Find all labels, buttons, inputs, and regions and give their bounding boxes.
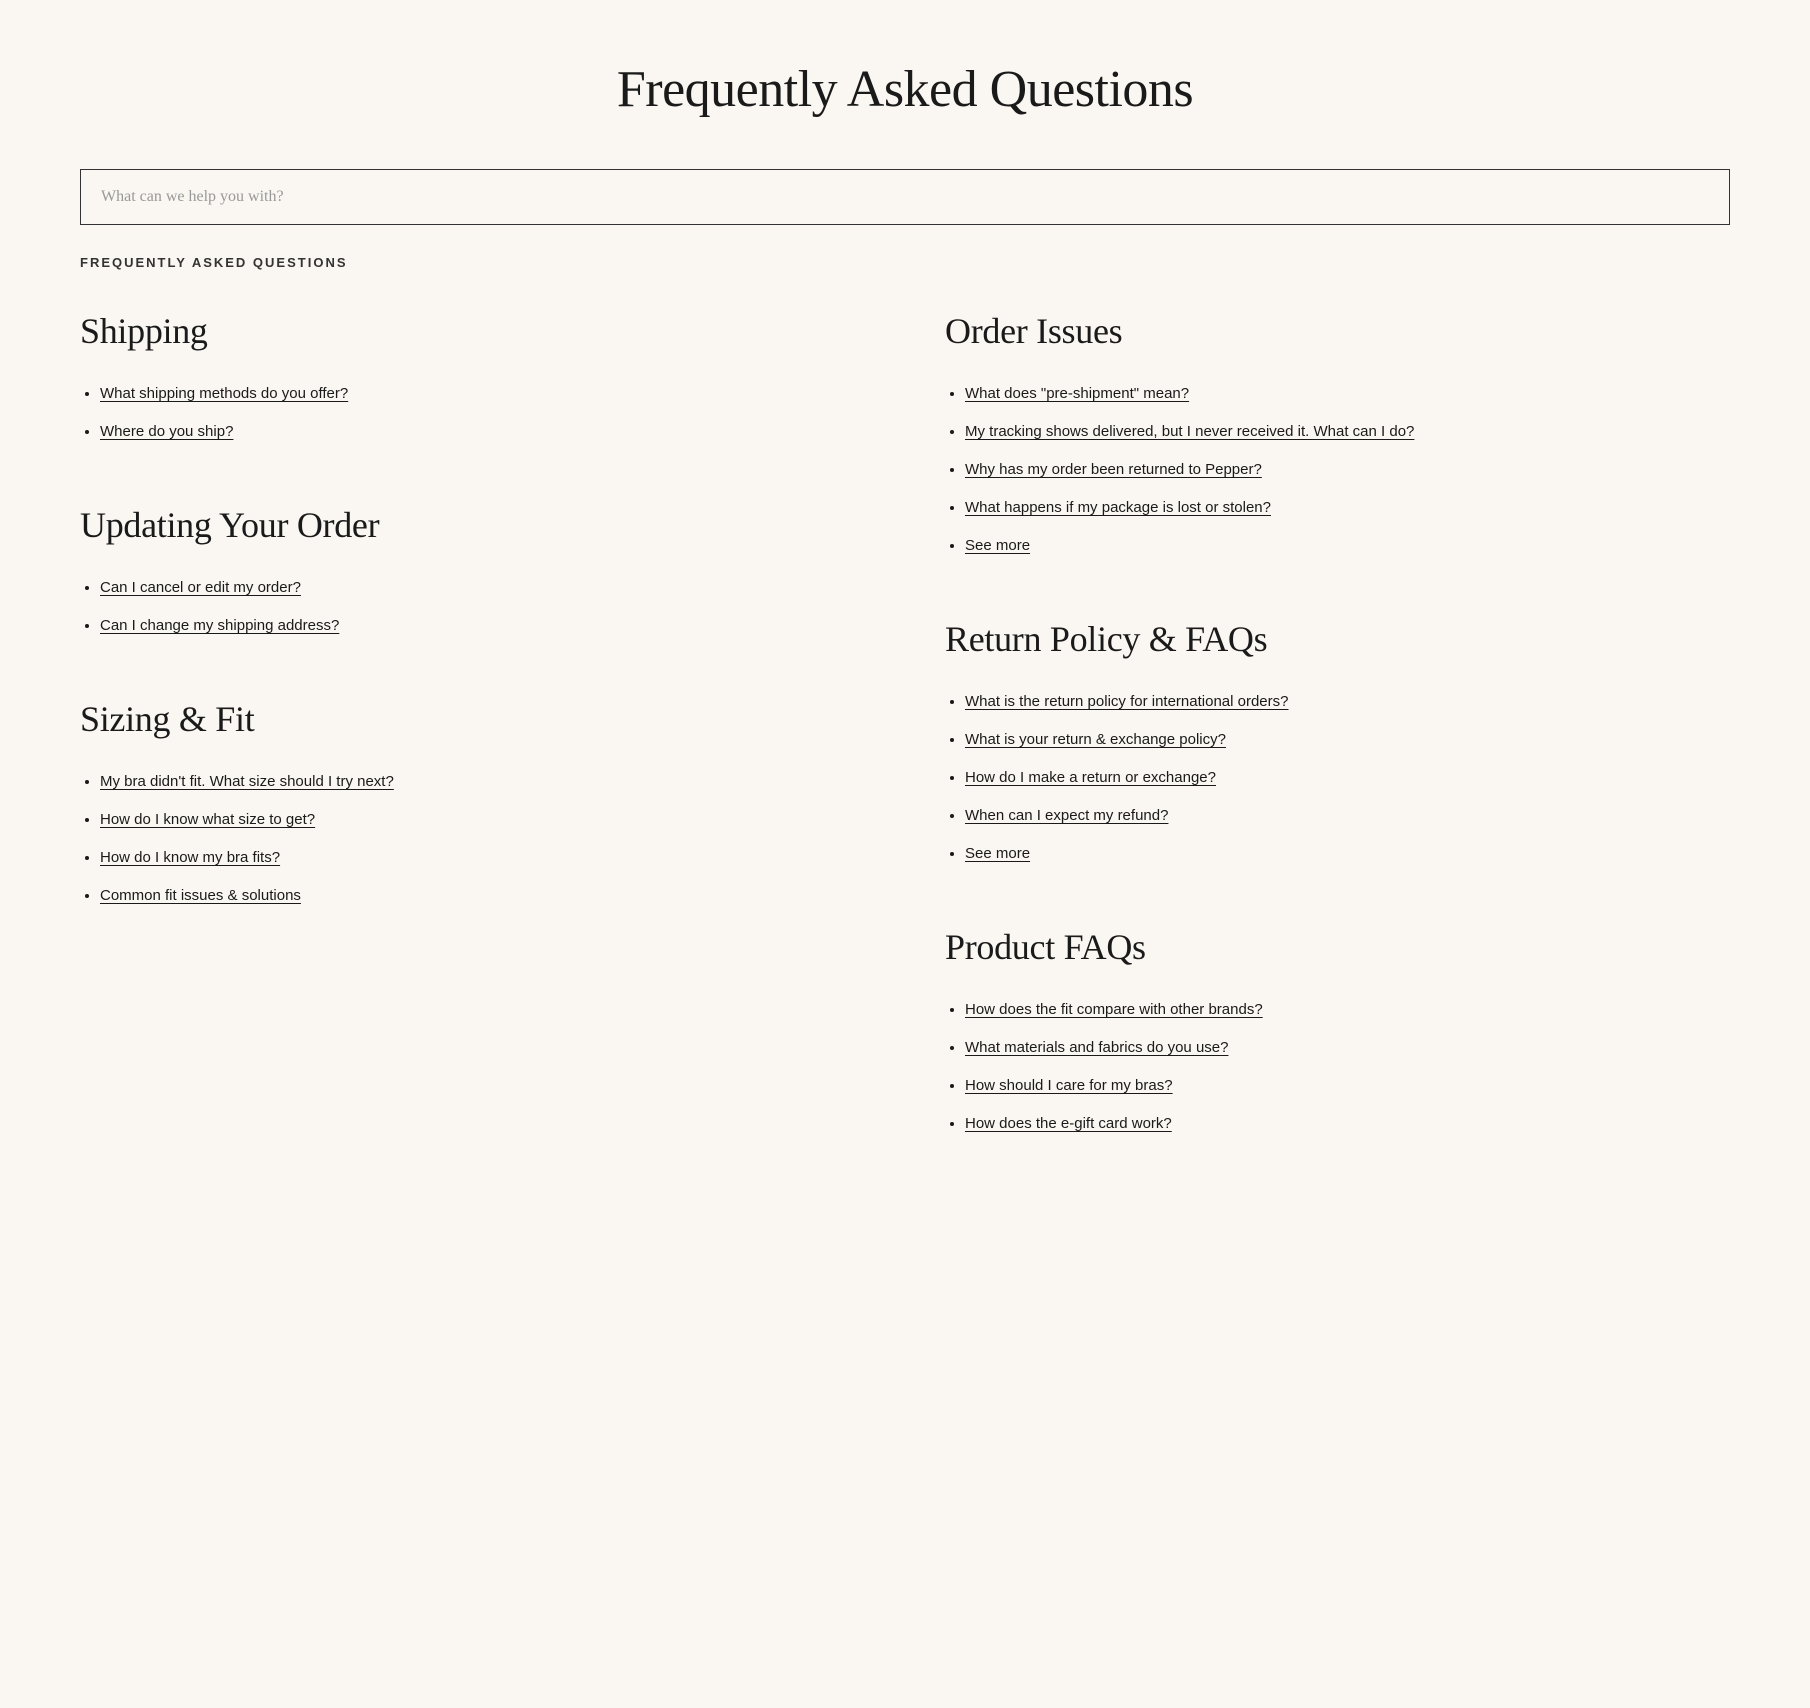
category-title-sizing-fit: Sizing & Fit [80, 698, 865, 740]
faq-link[interactable]: What is your return & exchange policy? [965, 731, 1226, 748]
list-item: Where do you ship? [100, 420, 865, 444]
faq-link[interactable]: Where do you ship? [100, 423, 233, 440]
category-return-policy: Return Policy & FAQs What is the return … [945, 618, 1730, 866]
list-item: How do I make a return or exchange? [965, 766, 1730, 790]
list-item: What does "pre-shipment" mean? [965, 382, 1730, 406]
faq-link[interactable]: How do I make a return or exchange? [965, 769, 1216, 786]
list-item: Can I change my shipping address? [100, 614, 865, 638]
faq-link[interactable]: What does "pre-shipment" mean? [965, 385, 1189, 402]
faq-link[interactable]: Why has my order been returned to Pepper… [965, 461, 1262, 478]
list-item: See more [965, 534, 1730, 558]
list-item: How does the fit compare with other bran… [965, 998, 1730, 1022]
list-item: How does the e-gift card work? [965, 1112, 1730, 1136]
faq-link[interactable]: What materials and fabrics do you use? [965, 1039, 1228, 1056]
faq-link[interactable]: My bra didn't fit. What size should I tr… [100, 773, 394, 790]
left-column: Shipping What shipping methods do you of… [80, 310, 865, 1196]
list-item: What happens if my package is lost or st… [965, 496, 1730, 520]
faq-list-return-policy: What is the return policy for internatio… [945, 690, 1730, 866]
category-title-product-faqs: Product FAQs [945, 926, 1730, 968]
search-input[interactable] [80, 169, 1730, 225]
category-title-return-policy: Return Policy & FAQs [945, 618, 1730, 660]
category-shipping: Shipping What shipping methods do you of… [80, 310, 865, 444]
page-title: Frequently Asked Questions [80, 0, 1730, 169]
list-item: How do I know what size to get? [100, 808, 865, 832]
category-title-shipping: Shipping [80, 310, 865, 352]
list-item: My bra didn't fit. What size should I tr… [100, 770, 865, 794]
list-item: What shipping methods do you offer? [100, 382, 865, 406]
faq-link[interactable]: How does the e-gift card work? [965, 1115, 1172, 1132]
faq-link[interactable]: When can I expect my refund? [965, 807, 1168, 824]
faq-link[interactable]: What happens if my package is lost or st… [965, 499, 1271, 516]
list-item: How do I know my bra fits? [100, 846, 865, 870]
list-item: My tracking shows delivered, but I never… [965, 420, 1730, 444]
list-item: What is your return & exchange policy? [965, 728, 1730, 752]
faq-list-updating-order: Can I cancel or edit my order? Can I cha… [80, 576, 865, 638]
faq-link[interactable]: What is the return policy for internatio… [965, 693, 1289, 710]
list-item: What materials and fabrics do you use? [965, 1036, 1730, 1060]
list-item: Can I cancel or edit my order? [100, 576, 865, 600]
category-updating-order: Updating Your Order Can I cancel or edit… [80, 504, 865, 638]
faq-link[interactable]: How does the fit compare with other bran… [965, 1001, 1263, 1018]
faq-list-order-issues: What does "pre-shipment" mean? My tracki… [945, 382, 1730, 558]
category-order-issues: Order Issues What does "pre-shipment" me… [945, 310, 1730, 558]
faq-link[interactable]: Common fit issues & solutions [100, 887, 301, 904]
faq-link[interactable]: How should I care for my bras? [965, 1077, 1173, 1094]
faq-link[interactable]: How do I know my bra fits? [100, 849, 280, 866]
list-item: What is the return policy for internatio… [965, 690, 1730, 714]
see-more-return-policy[interactable]: See more [965, 845, 1030, 862]
faq-link[interactable]: My tracking shows delivered, but I never… [965, 423, 1414, 440]
search-container [80, 169, 1730, 225]
section-label: FREQUENTLY ASKED QUESTIONS [80, 255, 1730, 270]
category-title-updating-order: Updating Your Order [80, 504, 865, 546]
category-product-faqs: Product FAQs How does the fit compare wi… [945, 926, 1730, 1136]
list-item: See more [965, 842, 1730, 866]
faq-link[interactable]: Can I cancel or edit my order? [100, 579, 301, 596]
faq-grid: Shipping What shipping methods do you of… [80, 310, 1730, 1196]
category-sizing-fit: Sizing & Fit My bra didn't fit. What siz… [80, 698, 865, 908]
list-item: When can I expect my refund? [965, 804, 1730, 828]
faq-list-sizing-fit: My bra didn't fit. What size should I tr… [80, 770, 865, 908]
list-item: How should I care for my bras? [965, 1074, 1730, 1098]
category-title-order-issues: Order Issues [945, 310, 1730, 352]
list-item: Common fit issues & solutions [100, 884, 865, 908]
faq-link[interactable]: Can I change my shipping address? [100, 617, 339, 634]
faq-link[interactable]: How do I know what size to get? [100, 811, 315, 828]
see-more-order-issues[interactable]: See more [965, 537, 1030, 554]
right-column: Order Issues What does "pre-shipment" me… [945, 310, 1730, 1196]
list-item: Why has my order been returned to Pepper… [965, 458, 1730, 482]
faq-list-shipping: What shipping methods do you offer? Wher… [80, 382, 865, 444]
faq-list-product-faqs: How does the fit compare with other bran… [945, 998, 1730, 1136]
faq-link[interactable]: What shipping methods do you offer? [100, 385, 348, 402]
